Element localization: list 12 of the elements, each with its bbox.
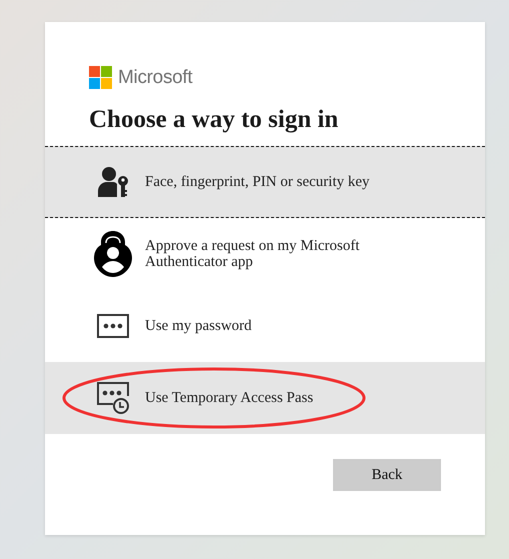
logo-text: Microsoft — [118, 66, 192, 88]
back-button[interactable]: Back — [333, 459, 441, 491]
logo-icon — [89, 66, 112, 89]
page-title: Choose a way to sign in — [89, 105, 340, 135]
sign-in-option[interactable]: Use my password — [45, 290, 485, 362]
person-key-icon — [98, 166, 128, 198]
sign-in-option[interactable]: Face, fingerprint, PIN or security key — [45, 146, 485, 218]
sign-in-option[interactable]: Use Temporary Access Pass — [45, 362, 485, 434]
password-icon — [97, 314, 129, 338]
lock-person-icon — [93, 230, 133, 278]
sign-in-option[interactable]: Approve a request on my Microsoft Authenticator app — [45, 218, 485, 290]
password-clock-icon — [96, 381, 130, 415]
